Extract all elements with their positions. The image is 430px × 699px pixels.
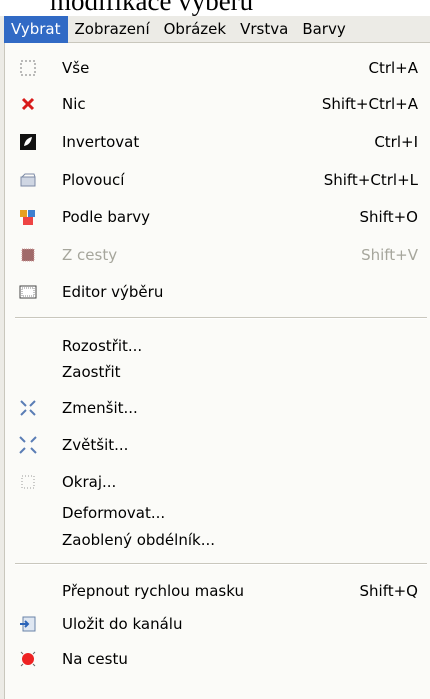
- float-icon: [19, 171, 37, 189]
- menu-item-label: Vše: [62, 59, 90, 77]
- menu-item-sharpen[interactable]: Zaostřit: [5, 357, 430, 387]
- menu-item-float[interactable]: Plovoucí Shift+Ctrl+L: [5, 165, 430, 195]
- menubar-item-barvy[interactable]: Barvy: [295, 16, 352, 43]
- menu-item-label: Deformovat...: [62, 504, 166, 522]
- menu-item-label: Zaoblený obdélník...: [62, 531, 215, 549]
- menu-item-label: Okraj...: [62, 473, 117, 491]
- menu-bar: Vybrat Zobrazení Obrázek Vrstva Barvy: [4, 15, 430, 43]
- menu-item-save-to-channel[interactable]: Uložit do kanálu: [5, 609, 430, 639]
- menu-item-distort[interactable]: Deformovat...: [5, 498, 430, 528]
- menubar-item-vybrat[interactable]: Vybrat: [4, 15, 68, 43]
- menu-item-shortcut: Shift+O: [359, 208, 418, 226]
- menu-item-label: Zvětšit...: [62, 436, 129, 454]
- menu-item-invert[interactable]: Invertovat Ctrl+I: [5, 127, 430, 157]
- menu-item-label: Z cesty: [62, 246, 118, 264]
- menu-item-shortcut: Shift+V: [361, 246, 418, 264]
- menu-item-select-none[interactable]: Nic Shift+Ctrl+A: [5, 89, 430, 119]
- menu-item-select-all[interactable]: Vše Ctrl+A: [5, 53, 430, 83]
- select-all-icon: [19, 59, 37, 77]
- menu-item-toggle-quick-mask[interactable]: Přepnout rychlou masku Shift+Q: [5, 576, 430, 606]
- menu-item-by-color[interactable]: Podle barvy Shift+O: [5, 202, 430, 232]
- background-heading: modifikace výběru: [50, 0, 254, 16]
- selection-editor-icon: [19, 283, 37, 301]
- menu-item-selection-editor[interactable]: Editor výběru: [5, 277, 430, 307]
- menu-item-label: Uložit do kanálu: [62, 615, 183, 633]
- menu-item-shortcut: Shift+Ctrl+L: [323, 171, 418, 189]
- select-by-color-icon: [19, 208, 37, 226]
- menu-item-label: Editor výběru: [62, 283, 164, 301]
- menu-item-shortcut: Shift+Ctrl+A: [321, 95, 418, 113]
- menu-item-label: Zaostřit: [62, 363, 121, 381]
- menu-item-label: Podle barvy: [62, 208, 151, 226]
- grow-icon: [19, 436, 37, 454]
- red-x-icon: [19, 95, 37, 113]
- menu-item-label: Nic: [62, 95, 86, 113]
- menu-item-to-path[interactable]: Na cestu: [5, 644, 430, 674]
- menubar-item-vrstva[interactable]: Vrstva: [233, 16, 295, 43]
- menu-item-label: Invertovat: [62, 133, 140, 151]
- select-dropdown-menu: Vše Ctrl+A Nic Shift+Ctrl+A Invertovat C…: [5, 43, 430, 699]
- menu-item-label: Na cestu: [62, 650, 128, 668]
- menubar-item-obrazek[interactable]: Obrázek: [157, 16, 233, 43]
- menu-item-label: Přepnout rychlou masku: [62, 582, 244, 600]
- menu-item-shortcut: Ctrl+A: [368, 59, 418, 77]
- menu-item-shortcut: Ctrl+I: [374, 133, 418, 151]
- menu-separator: [15, 563, 427, 565]
- menu-item-rounded-rectangle[interactable]: Zaoblený obdélník...: [5, 525, 430, 555]
- menu-item-from-path[interactable]: Z cesty Shift+V: [5, 240, 430, 270]
- from-path-icon: [19, 246, 37, 264]
- menu-item-border[interactable]: Okraj...: [5, 467, 430, 497]
- shrink-icon: [19, 399, 37, 417]
- menu-separator: [15, 317, 427, 319]
- to-path-icon: [19, 650, 37, 668]
- menubar-item-zobrazeni[interactable]: Zobrazení: [68, 16, 157, 43]
- menu-item-label: Zmenšit...: [62, 399, 138, 417]
- menu-item-label: Plovoucí: [62, 171, 125, 189]
- menu-item-shrink[interactable]: Zmenšit...: [5, 393, 430, 423]
- border-icon: [19, 473, 37, 491]
- menu-item-label: Rozostřit...: [62, 337, 143, 355]
- invert-icon: [19, 133, 37, 151]
- save-to-channel-icon: [19, 615, 37, 633]
- menu-item-grow[interactable]: Zvětšit...: [5, 430, 430, 460]
- menu-item-shortcut: Shift+Q: [359, 582, 418, 600]
